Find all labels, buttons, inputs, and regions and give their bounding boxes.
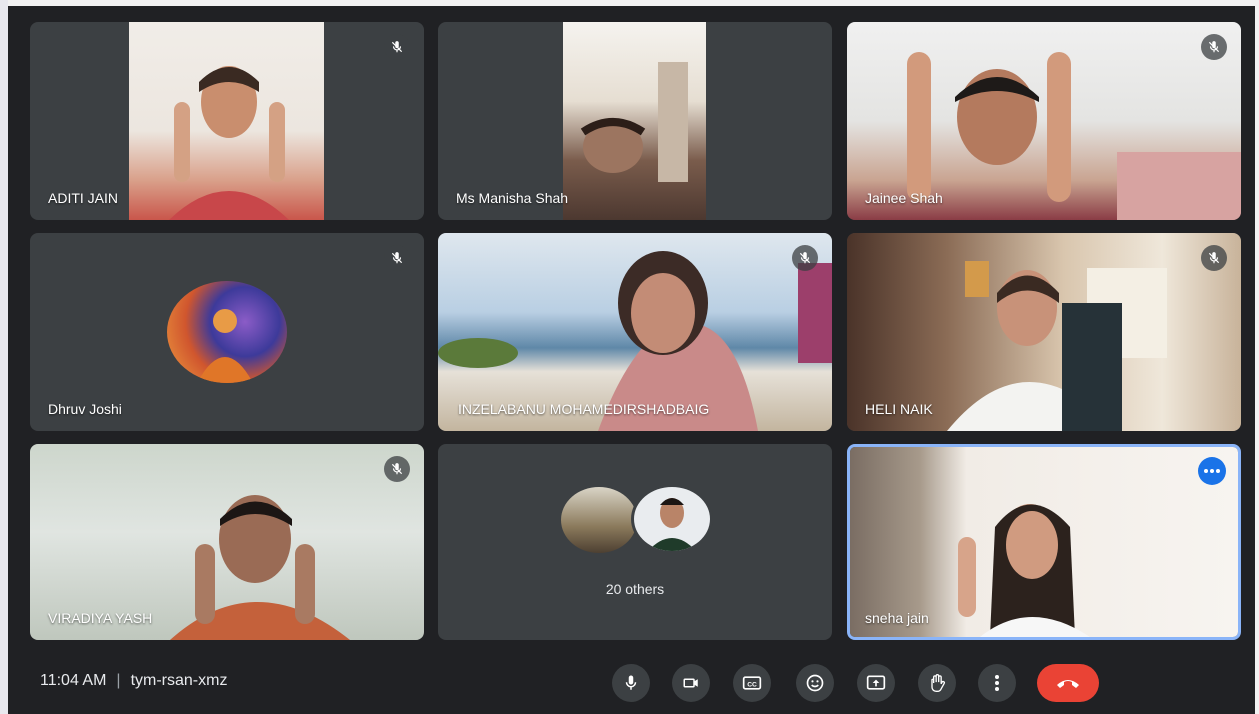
participant-tile-sneha-jain[interactable]: sneha jain <box>847 444 1241 640</box>
participant-name: Jainee Shah <box>865 190 943 206</box>
participant-name: HELI NAIK <box>865 401 933 417</box>
video-feed <box>850 447 1238 637</box>
reactions-button[interactable] <box>796 664 834 702</box>
mic-muted-icon <box>792 245 818 271</box>
more-options-button[interactable] <box>978 664 1016 702</box>
avatar <box>631 484 713 554</box>
emoji-icon <box>806 674 824 692</box>
captions-icon: CC <box>742 676 762 690</box>
present-screen-button[interactable] <box>857 664 895 702</box>
participant-tile-manisha-shah[interactable]: Ms Manisha Shah <box>438 22 832 220</box>
raise-hand-button[interactable] <box>918 664 956 702</box>
microphone-icon <box>625 675 637 690</box>
present-screen-icon <box>866 675 886 690</box>
mic-muted-icon <box>384 34 410 60</box>
mic-muted-icon <box>384 456 410 482</box>
tile-more-options-button[interactable] <box>1198 457 1226 485</box>
end-call-button[interactable] <box>1037 664 1099 702</box>
end-call-icon <box>1057 680 1079 688</box>
meeting-info: 11:04 AM | tym-rsan-xmz <box>40 672 227 690</box>
divider: | <box>116 672 121 689</box>
camera-button[interactable] <box>672 664 710 702</box>
participant-name: INZELABANU MOHAMEDIRSHADBAIG <box>458 401 710 417</box>
participant-name: Dhruv Joshi <box>48 401 122 417</box>
window-edge-right <box>1255 0 1259 714</box>
participant-tile-heli-naik[interactable]: HELI NAIK <box>847 233 1241 431</box>
participant-name: ADITI JAIN <box>48 190 119 206</box>
participant-name: Ms Manisha Shah <box>456 190 569 206</box>
meeting-time: 11:04 AM <box>40 672 107 689</box>
participant-tile-aditi-jain[interactable]: ADITI JAIN <box>30 22 424 220</box>
mic-muted-icon <box>1201 245 1227 271</box>
others-count: 20 others <box>605 581 665 597</box>
participant-name: sneha jain <box>865 610 929 626</box>
participant-tile-viradiya-yash[interactable]: VIRADIYA YASH <box>30 444 424 640</box>
meet-window: ADITI JAIN Ms Manisha Shah Jainee Shah D… <box>0 0 1259 714</box>
video-feed <box>129 22 324 220</box>
avatar <box>561 487 637 553</box>
meeting-code[interactable]: tym-rsan-xmz <box>131 672 228 689</box>
more-options-icon <box>995 675 999 691</box>
microphone-button[interactable] <box>612 664 650 702</box>
svg-text:CC: CC <box>747 681 757 688</box>
participant-tile-jainee-shah[interactable]: Jainee Shah <box>847 22 1241 220</box>
meeting-controls-bar: 11:04 AM | tym-rsan-xmz CC <box>0 650 1259 714</box>
raise-hand-icon <box>931 674 945 692</box>
camera-icon <box>683 678 698 688</box>
window-edge-left <box>0 0 8 714</box>
participant-tile-dhruv-joshi[interactable]: Dhruv Joshi <box>30 233 424 431</box>
captions-button[interactable]: CC <box>733 664 771 702</box>
window-edge-top <box>0 0 1259 6</box>
mic-muted-icon <box>384 245 410 271</box>
avatar <box>167 281 287 383</box>
mic-muted-icon <box>1201 34 1227 60</box>
participant-name: VIRADIYA YASH <box>48 610 153 626</box>
participant-tile-inzelabanu[interactable]: INZELABANU MOHAMEDIRSHADBAIG <box>438 233 832 431</box>
video-feed <box>563 22 706 220</box>
others-tile[interactable]: 20 others <box>438 444 832 640</box>
